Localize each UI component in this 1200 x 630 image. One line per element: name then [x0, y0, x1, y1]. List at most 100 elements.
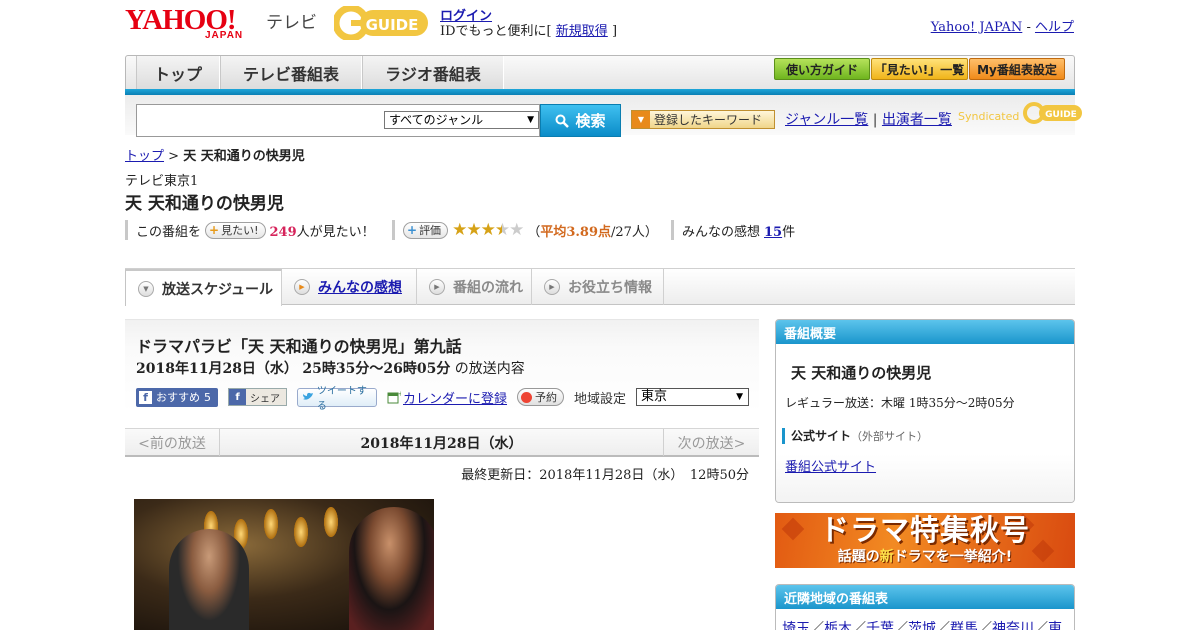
breadcrumb-top-link[interactable]: トップ	[125, 149, 164, 164]
next-broadcast-button[interactable]: 次の放送>	[663, 429, 759, 456]
half-star-icon: ★	[494, 220, 510, 240]
want-prefix: この番組を	[136, 224, 202, 240]
banner-sub-post: ドラマを一挙紹介!	[893, 549, 1013, 565]
neighbor-region-links: 埼玉／栃木／千葉／茨城／群馬／神奈川／東	[782, 618, 1062, 630]
program-overview-box: 番組概要 天 天和通りの快男児 レギュラー放送：木曜 1時35分～2時05分 公…	[775, 319, 1075, 503]
region-link-tochigi[interactable]: 栃木	[824, 621, 852, 630]
login-prefix: IDでもっと便利に[	[440, 24, 552, 39]
episode-date: 2018年11月28日（水）	[136, 361, 298, 377]
reserve-button[interactable]: 予約	[517, 388, 565, 406]
search-icon	[555, 114, 570, 128]
rating-open: （	[527, 224, 541, 240]
nav-tab-top[interactable]: トップ	[136, 56, 220, 90]
lantern-decoration	[294, 517, 308, 547]
plus-icon: +	[209, 223, 220, 237]
registered-keywords-label: 登録したキーワード	[654, 113, 763, 127]
program-still-image	[134, 499, 434, 630]
help-link[interactable]: ヘルプ	[1035, 20, 1074, 35]
yahoo-japan-link[interactable]: Yahoo! JAPAN	[931, 20, 1023, 35]
facebook-share-button[interactable]: f シェア	[228, 388, 287, 406]
episode-title: ドラマパラビ「天 天和通りの快男児」第九話	[136, 337, 462, 356]
actor-figure-left	[169, 529, 249, 630]
tab-program-flow: ▶ 番組の流れ	[417, 269, 532, 305]
tab-impressions[interactable]: ▶ みんなの感想	[282, 269, 417, 305]
my-listings-settings-button[interactable]: My番組表設定	[969, 58, 1065, 80]
current-broadcast-date: 2018年11月28日（水）	[360, 435, 523, 452]
region-link-gunma[interactable]: 群馬	[950, 621, 978, 630]
syndicated-gguide-logo: Syndicated GUIDE	[958, 102, 1083, 124]
official-site-label: 公式サイト	[791, 429, 852, 443]
chevron-right-icon: ▶	[294, 279, 310, 295]
official-site-link[interactable]: 番組公式サイト	[785, 456, 876, 475]
program-tabs: ▼ 放送スケジュール ▶ みんなの感想 ▶ 番組の流れ ▶ お役立ち情報	[125, 269, 1075, 306]
impressions-count-link[interactable]: 15	[764, 225, 782, 240]
facebook-recommend-button[interactable]: f おすすめ 5	[136, 387, 218, 407]
facebook-icon: f	[229, 389, 246, 405]
calendar-register[interactable]: + カレンダーに登録	[387, 388, 507, 407]
rate-button[interactable]: + 評価	[403, 221, 449, 239]
region-link-chiba[interactable]: 千葉	[866, 621, 894, 630]
genre-list-link[interactable]: ジャンル一覧	[785, 112, 868, 128]
genre-select[interactable]: すべてのジャンル ▼	[384, 111, 539, 129]
prev-broadcast-button[interactable]: <前の放送	[125, 429, 220, 456]
region-label: 地域設定	[574, 391, 627, 407]
calendar-register-link[interactable]: カレンダーに登録	[403, 388, 507, 407]
search-button[interactable]: 検索	[540, 104, 621, 137]
tab-schedule-label: 放送スケジュール	[162, 281, 274, 298]
breadcrumb-separator: >	[168, 149, 180, 164]
chevron-down-icon: ▼	[138, 280, 154, 297]
banner-subline: 話題の新ドラマを一挙紹介!	[775, 546, 1075, 566]
nav-tab-radio-listings[interactable]: ラジオ番組表	[362, 56, 504, 90]
region-link-kanagawa[interactable]: 神奈川	[992, 621, 1034, 630]
rating-count: /27人）	[611, 224, 658, 240]
empty-star-icon: ★	[509, 220, 524, 240]
tweet-button[interactable]: ツイートする	[297, 386, 377, 412]
header-right-links: Yahoo! JAPAN - ヘルプ	[931, 16, 1074, 35]
region-select[interactable]: 東京 ▼	[636, 388, 750, 406]
search-button-label: 検索	[575, 112, 606, 130]
facebook-recommend-count: 5	[204, 390, 211, 404]
region-link-tokyo[interactable]: 東	[1048, 621, 1062, 630]
neighbor-regions-header: 近隣地域の番組表	[776, 585, 1074, 609]
impressions-label: みんなの感想	[682, 224, 761, 240]
gguide-logo[interactable]: GUIDE	[334, 6, 434, 40]
star-rating: ★★★★★	[452, 220, 524, 240]
drama-special-banner[interactable]: ドラマ特集秋号 話題の新ドラマを一挙紹介!	[775, 513, 1075, 568]
register-link[interactable]: 新規取得	[556, 24, 608, 39]
registered-keywords-button[interactable]: ▼ 登録したキーワード	[631, 110, 775, 129]
record-dot-icon	[521, 391, 533, 403]
official-site-note: （外部サイト）	[851, 430, 929, 443]
lantern-decoration	[264, 509, 278, 539]
link-divider: |	[872, 112, 878, 128]
star-icon: ★	[452, 220, 467, 240]
official-site-heading: 公式サイト（外部サイト）	[782, 428, 928, 444]
tab-schedule[interactable]: ▼ 放送スケジュール	[125, 269, 282, 306]
nav-tab-tv-listings[interactable]: テレビ番組表	[220, 56, 362, 90]
performer-list-link[interactable]: 出演者一覧	[882, 112, 952, 128]
region-link-saitama[interactable]: 埼玉	[782, 621, 810, 630]
want-list-button[interactable]: 「見たい!」一覧	[871, 58, 968, 80]
want-to-watch-button[interactable]: + 見たい!	[205, 221, 266, 239]
overview-title: 天 天和通りの快男児	[791, 364, 932, 382]
region-link-ibaraki[interactable]: 茨城	[908, 621, 936, 630]
want-to-watch-section: この番組を + 見たい! 249人が見たい！	[125, 220, 375, 240]
facebook-icon: f	[139, 390, 152, 404]
howto-guide-button[interactable]: 使い方ガイド	[774, 58, 870, 80]
episode-time: 25時35分～26時05分	[302, 361, 451, 377]
overview-body: 天 天和通りの快男児 レギュラー放送：木曜 1時35分～2時05分 公式サイト（…	[776, 344, 1074, 502]
broadcast-pager: <前の放送 2018年11月28日（水） 次の放送>	[125, 428, 759, 457]
region-select-value: 東京	[641, 389, 668, 404]
want-count: 249	[269, 224, 297, 240]
dropdown-arrow-icon: ▼	[527, 115, 534, 125]
chevron-right-icon: ▶	[544, 279, 560, 295]
banner-sub-pre: 話題の	[837, 549, 880, 565]
overview-header: 番組概要	[776, 320, 1074, 344]
banner-headline: ドラマ特集秋号	[819, 513, 1030, 547]
svg-text:GUIDE: GUIDE	[366, 16, 419, 34]
facebook-share-label: シェア	[250, 393, 280, 405]
facebook-recommend-label: おすすめ	[156, 391, 200, 404]
neighbor-regions-box: 近隣地域の番組表 埼玉／栃木／千葉／茨城／群馬／神奈川／東	[775, 584, 1075, 630]
gguide-mini-logo: GUIDE	[1022, 102, 1082, 124]
tab-flow-label: 番組の流れ	[453, 280, 523, 296]
impressions-section: みんなの感想 15件	[671, 220, 795, 240]
